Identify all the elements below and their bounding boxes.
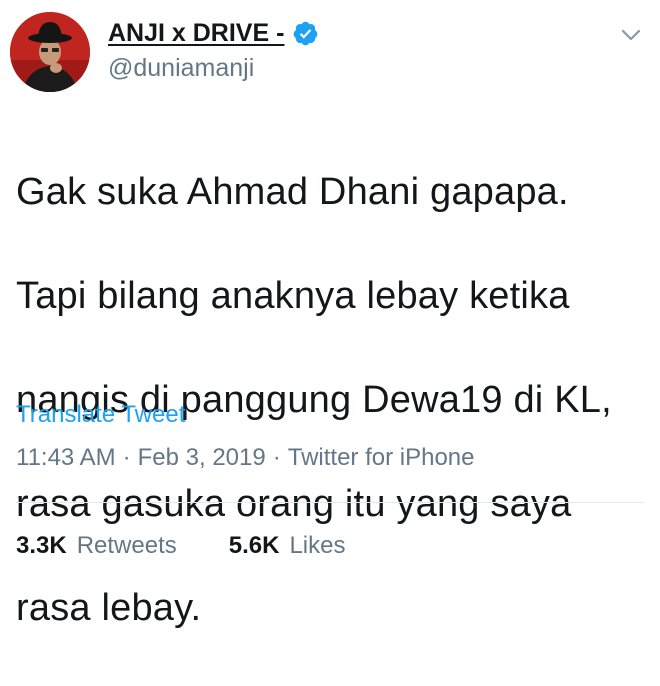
tweet-text: Gak suka Ahmad Dhani gapapa. Tapi bilang… [16, 114, 646, 686]
meta-separator: · [272, 444, 281, 471]
tweet-card: ANJI x DRIVE - @duniamanji Gak suka Ahma… [0, 0, 660, 629]
tweet-text-line: Gak suka Ahmad Dhani gapapa. [16, 171, 569, 213]
tweet-time[interactable]: 11:43 AM [16, 444, 116, 471]
tweet-source[interactable]: Twitter for iPhone [288, 444, 475, 471]
meta-separator: · [122, 444, 131, 471]
translate-tweet-link[interactable]: Translate Tweet [16, 401, 185, 429]
divider [16, 502, 644, 503]
verified-badge-icon [294, 21, 318, 45]
avatar[interactable] [10, 12, 90, 92]
author-handle[interactable]: @duniamanji [108, 54, 254, 83]
tweet-text-line: rasa gasuka orang itu yang saya [16, 483, 572, 525]
likes-stat[interactable]: 5.6K Likes [229, 532, 346, 560]
tweet-metadata: 11:43 AM · Feb 3, 2019 · Twitter for iPhone [16, 444, 474, 472]
tweet-stats: 3.3K Retweets 5.6K Likes [16, 532, 345, 560]
avatar-image [10, 12, 90, 92]
tweet-text-line: Tapi bilang anaknya lebay ketika [16, 275, 570, 317]
author-name-row[interactable]: ANJI x DRIVE - [108, 16, 319, 50]
tweet-text-line: rasa lebay. [16, 587, 202, 629]
retweets-stat[interactable]: 3.3K Retweets [16, 532, 177, 560]
retweets-count: 3.3K [16, 532, 67, 559]
retweets-label: Retweets [76, 532, 177, 559]
chevron-down-icon[interactable] [614, 18, 648, 52]
likes-count: 5.6K [228, 532, 280, 559]
tweet-date[interactable]: Feb 3, 2019 [138, 444, 266, 471]
likes-label: Likes [289, 532, 346, 559]
author-display-name[interactable]: ANJI x DRIVE - [108, 19, 284, 48]
